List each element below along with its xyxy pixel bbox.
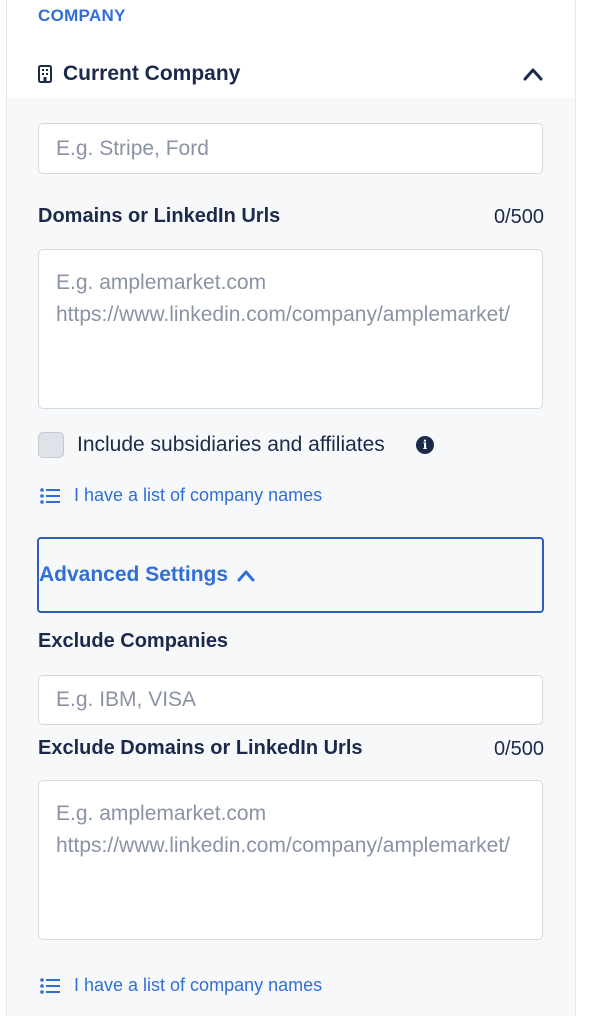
subsidiaries-checkbox[interactable] xyxy=(38,432,64,458)
advanced-settings-toggle[interactable]: Advanced Settings xyxy=(37,537,544,613)
domains-counter: 0/500 xyxy=(493,206,544,228)
list-icon xyxy=(40,487,60,504)
current-company-header[interactable]: Current Company xyxy=(38,56,548,92)
exclude-domains-label: Exclude Domains or LinkedIn Urls xyxy=(38,737,363,759)
exclude-companies-label: Exclude Companies xyxy=(38,630,229,652)
current-company-input[interactable]: E.g. Stripe, Ford xyxy=(38,123,543,174)
building-icon xyxy=(38,65,52,83)
exclude-companies-placeholder: E.g. IBM, VISA xyxy=(56,688,197,711)
chevron-up-icon xyxy=(237,570,255,582)
domains-label: Domains or LinkedIn Urls xyxy=(38,205,281,227)
current-company-title: Current Company xyxy=(63,62,241,85)
exclude-domains-counter: 0/500 xyxy=(493,738,544,760)
exclude-domains-textarea[interactable]: E.g. amplemarket.com https://www.linkedi… xyxy=(38,780,543,940)
info-icon[interactable]: i xyxy=(416,436,434,454)
list-icon xyxy=(40,977,60,994)
exclude-companies-input[interactable]: E.g. IBM, VISA xyxy=(38,675,543,725)
subsidiaries-label[interactable]: Include subsidiaries and affiliates xyxy=(77,433,385,457)
current-company-placeholder: E.g. Stripe, Ford xyxy=(56,136,209,160)
advanced-settings-label: Advanced Settings xyxy=(39,563,229,586)
section-heading: COMPANY xyxy=(38,6,126,25)
company-list-link-label: I have a list of company names xyxy=(74,485,323,505)
company-list-link-2-label: I have a list of company names xyxy=(74,975,323,995)
company-list-link-2[interactable]: I have a list of company names xyxy=(40,975,322,996)
domains-textarea[interactable]: E.g. amplemarket.com https://www.linkedi… xyxy=(38,249,543,409)
chevron-up-icon[interactable] xyxy=(522,64,544,84)
company-list-link[interactable]: I have a list of company names xyxy=(40,485,322,506)
